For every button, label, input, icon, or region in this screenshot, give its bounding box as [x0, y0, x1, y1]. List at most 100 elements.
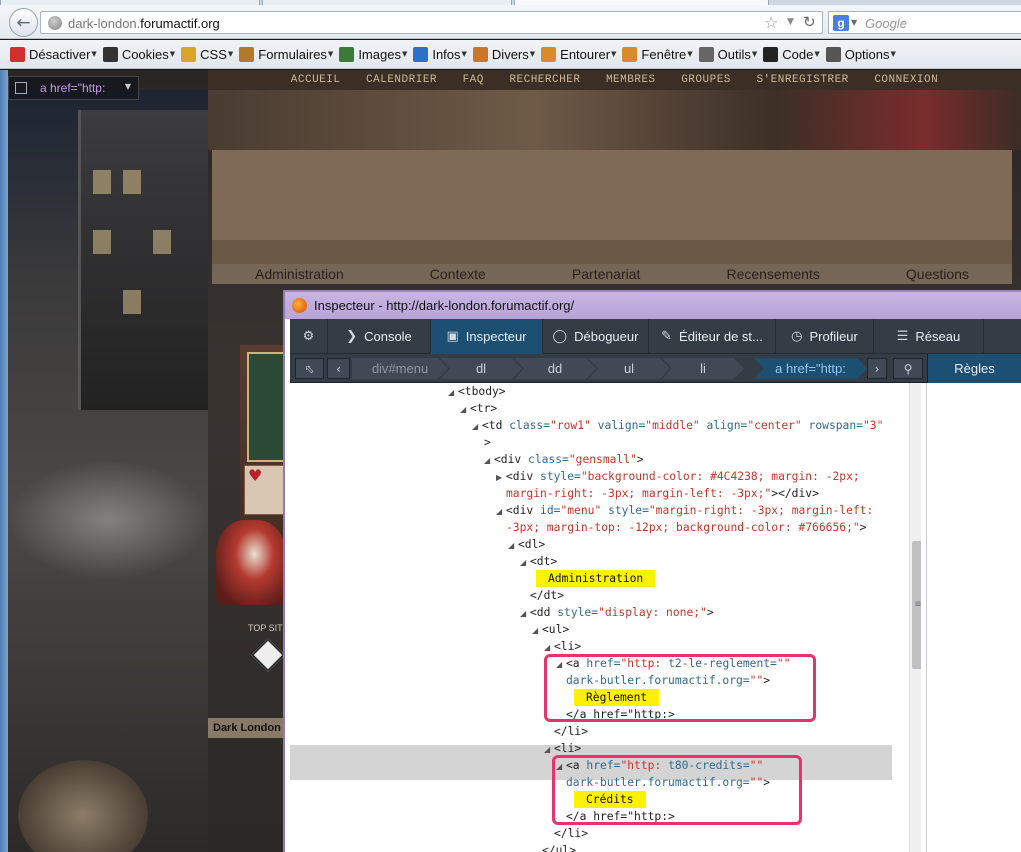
tab-label: Réseau	[915, 329, 961, 344]
menu-contexte[interactable]: Contexte	[430, 266, 486, 282]
toolbar-menu-5[interactable]: Infos ▼	[413, 46, 467, 62]
node-dl[interactable]: ◢ <dl>	[508, 536, 545, 553]
node-ul[interactable]: ◢ <ul>	[532, 621, 569, 638]
tag-text: </li>	[554, 827, 589, 840]
collapse-triangle-icon[interactable]: ▶	[496, 469, 506, 486]
reload-icon[interactable]: ↻	[803, 13, 816, 31]
expand-triangle-icon[interactable]: ◢	[496, 503, 506, 520]
menu-recensements[interactable]: Recensements	[726, 266, 819, 282]
nav-link-accueil[interactable]: ACCUEIL	[291, 74, 341, 86]
search-button[interactable]: ⚲	[893, 358, 923, 379]
expand-triangle-icon[interactable]: ◢	[520, 554, 530, 571]
toolbar-menu-4[interactable]: Images ▼	[339, 46, 407, 62]
tag-text: </dt>	[530, 589, 565, 602]
scrollbar-thumb[interactable]: ≡	[912, 541, 921, 669]
tab-inspecteur[interactable]: ▣ Inspecteur	[431, 319, 543, 354]
expand-triangle-icon[interactable]: ◢	[484, 452, 494, 469]
toolbar-menu-1[interactable]: Cookies ▼	[102, 46, 175, 62]
chevron-down-icon: ▼	[751, 50, 758, 58]
expand-triangle-icon[interactable]: ◢	[544, 741, 554, 758]
history-dropdown-icon[interactable]: ▼	[787, 17, 794, 27]
chevron-right-icon: ›	[874, 361, 880, 376]
attr-name: style=	[608, 504, 649, 517]
tab-regles[interactable]: Règles	[927, 354, 1021, 383]
web-developer-toolbar: Désactiver ▼ Cookies ▼ CSS ▼ Formulaires ▼ Image…	[0, 40, 1021, 69]
nav-link-groupes[interactable]: GROUPES	[681, 74, 731, 86]
nav-link-enregistrer[interactable]: S'ENREGISTRER	[756, 74, 848, 86]
nav-link-membres[interactable]: MEMBRES	[606, 74, 656, 86]
url-text: dark-london.forumactif.org	[68, 16, 220, 31]
menu-administration[interactable]: Administration	[255, 266, 344, 282]
node-div-bg[interactable]: ▶ <div style="background-color: #4C4238; …	[496, 468, 860, 485]
toolbar-menu-6[interactable]: Divers ▼	[472, 46, 535, 62]
toolbar-menu-2[interactable]: CSS ▼	[181, 46, 234, 62]
expand-triangle-icon[interactable]: ◢	[472, 418, 482, 435]
expand-triangle-icon[interactable]: ◢	[448, 384, 458, 401]
tag-text: <li>	[554, 640, 582, 653]
devtools-tabbar: ⚙ ❯ Console ▣ Inspecteur ◯ Débogueur ✎ Édite…	[290, 319, 1021, 354]
breadcrumb-item-a-active[interactable]: a href="http:	[754, 358, 867, 379]
breadcrumb-back-button[interactable]: ‹	[327, 358, 350, 379]
breadcrumb-item-div-menu[interactable]: div #menu	[352, 358, 448, 379]
element-picker-tooltip[interactable]: a href="http: ▼	[8, 76, 139, 100]
expand-triangle-icon[interactable]: ◢	[532, 622, 542, 639]
inspector-titlebar[interactable]: Inspecteur - http://dark-london.forumact…	[285, 292, 1021, 319]
chevron-down-icon: ▼	[227, 50, 234, 58]
attr-name: rowspan=	[808, 419, 863, 432]
back-button[interactable]: ←	[9, 8, 38, 37]
nav-link-faq[interactable]: FAQ	[463, 74, 484, 86]
toolbar-menu-7[interactable]: Entourer ▼	[541, 46, 616, 62]
tab-editeur-de-style[interactable]: ✎ Éditeur de st...	[649, 319, 776, 354]
node-dd[interactable]: ◢ <dd style="display: none;">	[520, 604, 714, 621]
breadcrumb-item-dl[interactable]: dl	[440, 358, 522, 379]
vertical-scrollbar[interactable]: ≡	[909, 383, 921, 852]
google-icon[interactable]: g	[833, 15, 849, 31]
tab-debogueur[interactable]: ◯ Débogueur	[543, 319, 649, 354]
toolbar-menu-icon	[10, 46, 25, 62]
tab-profileur[interactable]: ◷ Profileur	[776, 319, 874, 354]
toolbar-menu-10[interactable]: Code ▼	[763, 46, 820, 62]
menu-partenariat[interactable]: Partenariat	[572, 266, 640, 282]
node-li-close: </li>	[554, 723, 588, 740]
toolbar-menu-9[interactable]: Outils ▼	[698, 46, 758, 62]
expand-triangle-icon[interactable]: ◢	[460, 401, 470, 418]
toolbar-menu-0[interactable]: Désactiver ▼	[10, 46, 97, 62]
node-div-gensmall[interactable]: ◢ <div class="gensmall">	[484, 451, 644, 468]
nav-link-connexion[interactable]: CONNEXION	[874, 74, 938, 86]
bookmark-star-icon[interactable]: ☆	[764, 13, 778, 32]
toolbar-menu-11[interactable]: Options ▼	[825, 46, 896, 62]
node-dt[interactable]: ◢ <dt>	[520, 553, 557, 570]
pick-element-button[interactable]: ⬁	[295, 358, 324, 379]
node-tbody[interactable]: ◢ <tbody>	[448, 383, 506, 400]
nav-link-calendrier[interactable]: CALENDRIER	[366, 74, 437, 86]
node-li[interactable]: ◢ <li>	[544, 638, 581, 655]
markup-view[interactable]: ◢ <tbody> ◢ <tr> ◢ <td class="row1" valign=…	[290, 383, 921, 852]
breadcrumb-forward-button[interactable]: ›	[867, 358, 887, 379]
menu-questions[interactable]: Questions	[906, 266, 969, 282]
breadcrumb-item-dd[interactable]: dd	[514, 358, 596, 379]
url-bar[interactable]: dark-london.forumactif.org ☆ ▼ ↻	[40, 11, 823, 34]
search-engine-dropdown-icon[interactable]: ▼	[851, 18, 857, 27]
annotation-box-reglement	[544, 654, 816, 722]
search-bar[interactable]: g ▼ Google	[828, 11, 1021, 34]
settings-button[interactable]: ⚙	[290, 319, 328, 354]
toolbar-menu-3[interactable]: Formulaires ▼	[239, 46, 333, 62]
heart-card-image: ♥	[244, 465, 284, 515]
tag-text: <dt>	[530, 555, 558, 568]
breadcrumb-item-li[interactable]: li	[662, 358, 744, 379]
chevron-down-icon[interactable]: ▼	[125, 82, 131, 91]
node-tr[interactable]: ◢ <tr>	[460, 400, 497, 417]
expand-triangle-icon[interactable]: ◢	[508, 537, 518, 554]
toolbar-menu-8[interactable]: Fenêtre ▼	[622, 46, 693, 62]
expand-triangle-icon[interactable]: ◢	[520, 605, 530, 622]
node-div-menu[interactable]: ◢ <div id="menu" style="margin-right: -3p…	[496, 502, 873, 519]
breadcrumb-item-ul[interactable]: ul	[588, 358, 670, 379]
tab-reseau[interactable]: ☰ Réseau	[874, 319, 984, 354]
node-td[interactable]: ◢ <td class="row1" valign="middle" align=…	[472, 417, 883, 434]
toolbar-menu-icon	[472, 46, 488, 62]
nav-link-rechercher[interactable]: RECHERCHER	[509, 74, 580, 86]
node-dt-text[interactable]: Administration	[536, 570, 656, 587]
tab-console[interactable]: ❯ Console	[328, 319, 431, 354]
crumb-tag: div	[371, 361, 389, 376]
tab-label: Console	[364, 329, 412, 344]
